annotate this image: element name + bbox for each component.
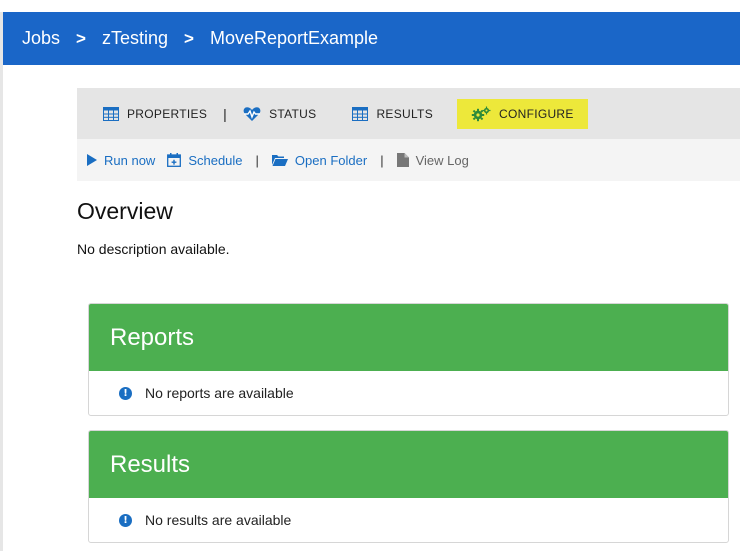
tab-configure[interactable]: CONFIGURE xyxy=(457,98,588,129)
tab-results[interactable]: RESULTS xyxy=(340,99,445,129)
run-now-label: Run now xyxy=(104,152,156,168)
table-icon xyxy=(352,106,369,121)
schedule-button[interactable]: Schedule xyxy=(167,152,243,168)
tab-separator: | xyxy=(223,105,228,122)
results-empty-message: No results are available xyxy=(145,512,292,528)
file-icon xyxy=(396,153,409,167)
tab-status-label: STATUS xyxy=(269,106,317,121)
results-panel-body: ! No results are available xyxy=(89,498,728,542)
chevron-right-icon: > xyxy=(184,28,194,48)
info-icon: ! xyxy=(119,386,132,400)
results-panel: Results ! No results are available xyxy=(88,430,729,543)
breadcrumb-ztesting[interactable]: zTesting xyxy=(102,28,168,49)
action-bar: Run now Schedule | Open Folder | View Lo… xyxy=(77,139,740,181)
info-icon: ! xyxy=(119,513,132,527)
open-folder-button[interactable]: Open Folder xyxy=(271,152,368,168)
breadcrumb-current: MoveReportExample xyxy=(209,28,379,48)
reports-panel-body: ! No reports are available xyxy=(89,371,728,415)
reports-empty-message: No reports are available xyxy=(145,385,294,401)
play-icon xyxy=(87,154,97,166)
tab-status[interactable]: STATUS xyxy=(231,99,328,129)
gears-icon xyxy=(471,106,491,122)
chevron-right-icon: > xyxy=(76,28,86,48)
breadcrumb: Jobs > zTesting > MoveReportExample xyxy=(3,12,740,65)
reports-panel-title: Reports xyxy=(89,304,728,371)
view-log-button[interactable]: View Log xyxy=(396,152,469,168)
run-now-button[interactable]: Run now xyxy=(87,153,155,168)
calendar-icon xyxy=(167,153,182,167)
tab-results-label: RESULTS xyxy=(376,106,433,121)
top-strip xyxy=(0,0,740,12)
tab-bar: PROPERTIES | STATUS RESULTS CONFIGURE xyxy=(77,88,740,139)
results-panel-title: Results xyxy=(89,431,728,498)
open-folder-label: Open Folder xyxy=(294,152,368,168)
overview-description: No description available. xyxy=(77,241,230,257)
overview-title: Overview xyxy=(77,198,173,224)
reports-panel: Reports ! No reports are available xyxy=(88,303,729,416)
tab-properties[interactable]: PROPERTIES xyxy=(91,99,219,129)
view-log-label: View Log xyxy=(415,152,469,168)
schedule-label: Schedule xyxy=(188,152,243,168)
tab-properties-label: PROPERTIES xyxy=(127,106,208,121)
action-separator: | xyxy=(380,152,384,168)
table-icon xyxy=(103,106,119,121)
heartbeat-icon xyxy=(243,106,261,122)
breadcrumb-jobs[interactable]: Jobs xyxy=(22,28,60,49)
tab-configure-label: CONFIGURE xyxy=(499,106,574,121)
action-separator: | xyxy=(255,152,259,168)
left-border xyxy=(0,12,3,551)
folder-open-icon xyxy=(271,154,288,166)
